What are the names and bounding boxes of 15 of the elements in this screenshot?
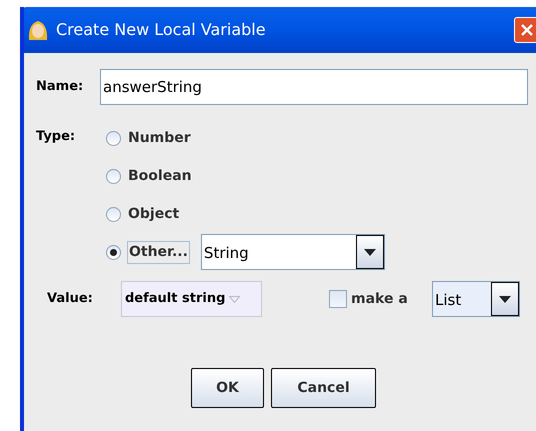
cancel-button[interactable]: Cancel xyxy=(271,368,376,408)
type-option-label: Other... xyxy=(127,240,190,264)
name-label: Name: xyxy=(36,78,84,96)
name-field[interactable]: answerString xyxy=(100,69,528,105)
type-option-label: Boolean xyxy=(127,166,193,186)
make-list-label: make a xyxy=(351,290,409,308)
type-label: Type: xyxy=(36,128,76,146)
value-label: Value: xyxy=(47,290,94,308)
list-combo[interactable]: List xyxy=(432,281,520,317)
window-title: Create New Local Variable xyxy=(56,19,266,41)
type-option-label: Number xyxy=(127,128,192,148)
ok-button[interactable]: OK xyxy=(191,368,264,408)
type-combo[interactable]: String xyxy=(200,234,385,270)
default-value-button[interactable]: default string xyxy=(121,281,262,317)
type-option-label: Object xyxy=(127,204,180,224)
